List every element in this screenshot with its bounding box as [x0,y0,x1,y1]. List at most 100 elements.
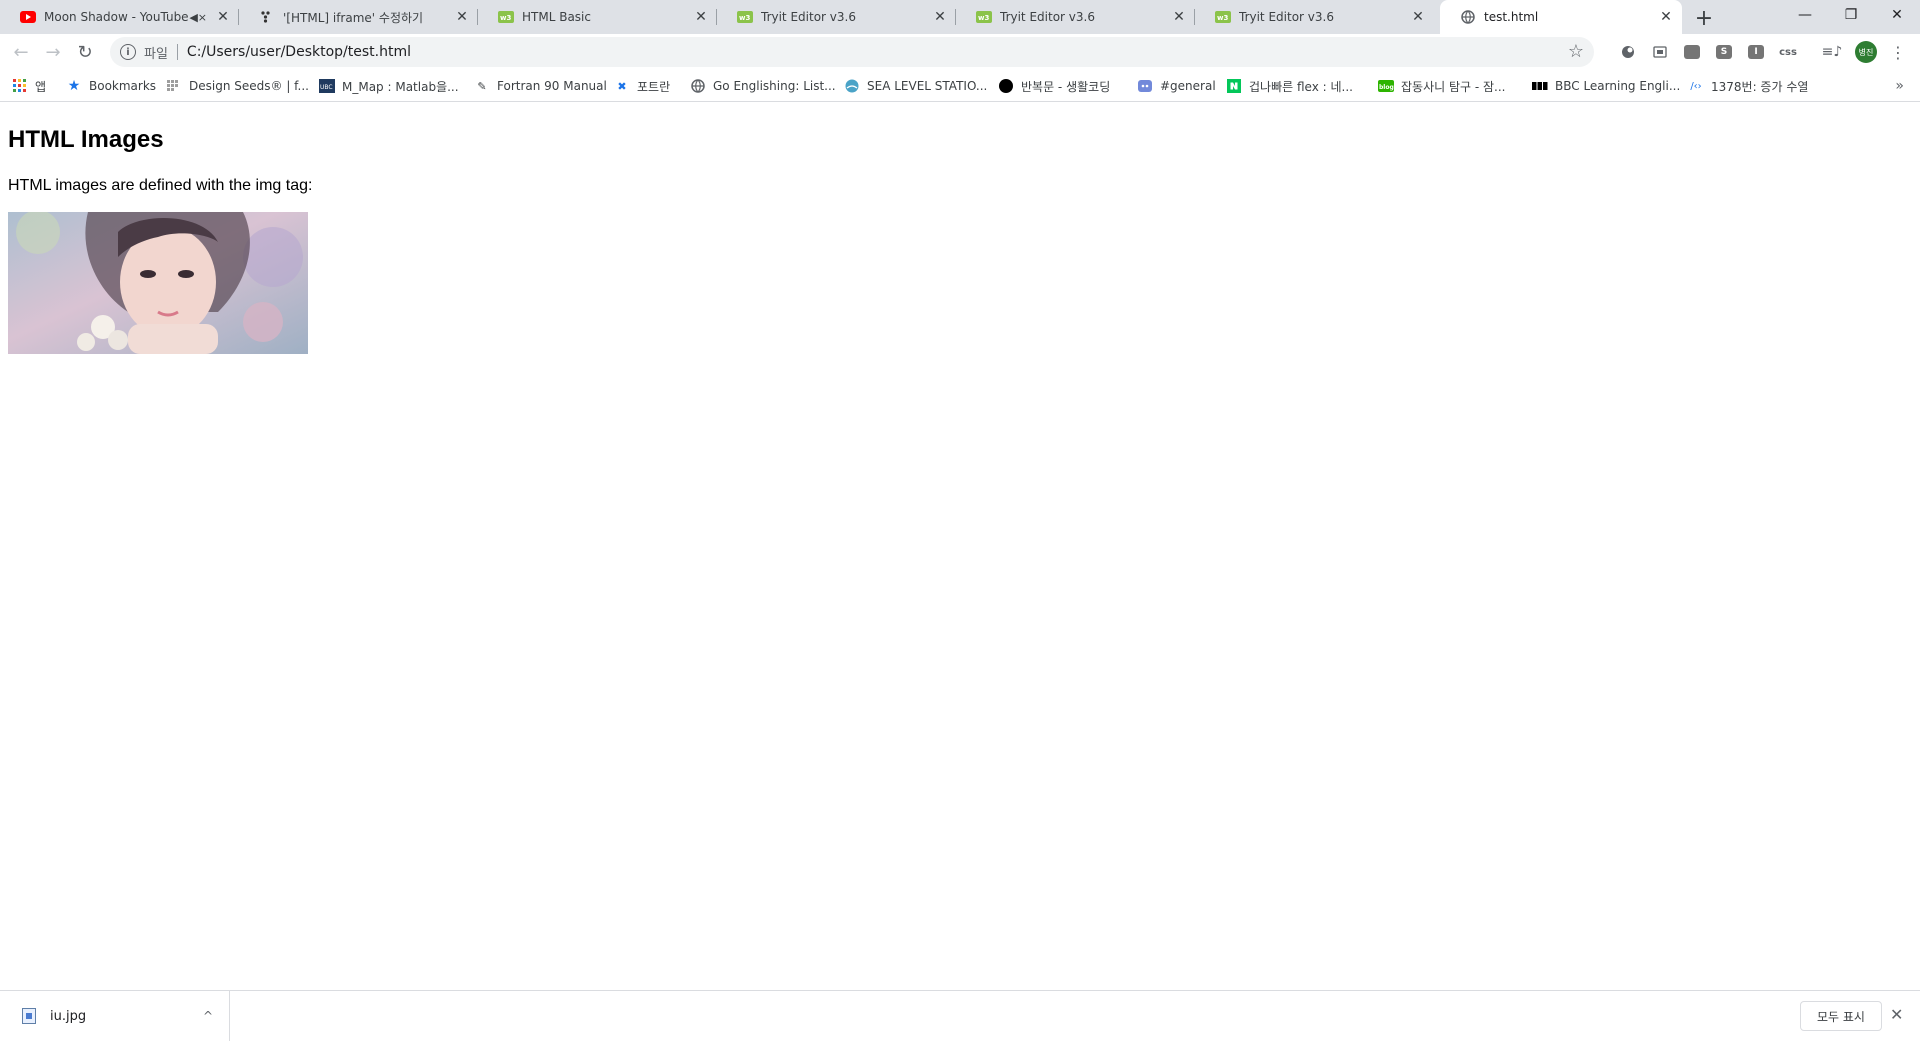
more-menu-icon[interactable]: ⋮ [1888,42,1908,62]
tab-title: HTML Basic [522,10,591,24]
svg-text:w3: w3 [500,14,511,22]
tab-title: test.html [1484,10,1539,24]
extension-circle-icon[interactable] [1618,42,1638,62]
tab-strip: Moon Shadow - YouTube ◀× ✕ '[HTML] ifram… [0,0,1920,34]
bookmark-sea-level[interactable]: SEA LEVEL STATIO... [844,76,987,96]
media-control-icon[interactable]: ≡♪ [1822,42,1843,62]
close-icon[interactable]: ✕ [454,9,470,25]
tab-html-basic[interactable]: w3 HTML Basic ✕ [478,0,717,34]
restore-button[interactable]: ❐ [1828,0,1874,30]
svg-text:blog: blog [1379,84,1394,91]
w3schools-icon: w3 [976,9,992,25]
url-text[interactable]: C:/Users/user/Desktop/test.html [187,44,411,60]
bookmark-label: 반복문 - 생활코딩 [1021,79,1111,94]
tab-tryit-3[interactable]: w3 Tryit Editor v3.6 ✕ [1195,0,1434,34]
bookmark-fortran-kr[interactable]: ✖ 포트란 [614,76,670,96]
tab-title: Tryit Editor v3.6 [1000,10,1095,24]
bookmark-go-englishing[interactable]: Go Englishing: List... [690,76,836,96]
sea-level-icon [844,78,860,94]
extension-i-icon[interactable]: I [1746,42,1766,62]
close-icon[interactable]: ✕ [1658,9,1674,25]
tab-youtube[interactable]: Moon Shadow - YouTube ◀× ✕ [0,0,239,34]
close-icon[interactable]: ✕ [215,9,231,25]
image-file-icon [22,1008,36,1024]
tab-tryit-2[interactable]: w3 Tryit Editor v3.6 ✕ [956,0,1195,34]
download-item[interactable]: iu.jpg ^ [10,991,230,1041]
bookmark-label: 겁나빠른 flex : 네... [1249,79,1353,94]
tab-title: Tryit Editor v3.6 [761,10,856,24]
page-content: HTML Images HTML images are defined with… [0,102,1920,990]
close-icon[interactable]: ✕ [1171,9,1187,25]
bookmark-apps[interactable]: 앱 [12,76,46,96]
fortran-icon: ✎ [477,79,487,93]
toolbar: ← → ↻ i 파일 C:/Users/user/Desktop/test.ht… [0,34,1920,70]
scheme-label: 파일 [144,46,168,62]
bookmark-label: Fortran 90 Manual [497,79,607,93]
bookmark-blog[interactable]: blog 잡동사니 탐구 - 잠... [1378,76,1506,96]
bookmark-m-map[interactable]: UBC M_Map : Matlab을... [319,76,459,96]
extension-css-icon[interactable]: css [1778,42,1798,62]
back-button[interactable]: ← [6,37,36,67]
bookmark-label: 앱 [35,79,47,94]
w3schools-icon: w3 [498,9,514,25]
window-close-button[interactable]: ✕ [1874,0,1920,30]
new-tab-button[interactable]: + [1690,4,1718,32]
profile-avatar[interactable]: 병진 [1855,41,1877,63]
w3schools-icon: w3 [737,9,753,25]
close-icon[interactable]: ✕ [1890,1005,1903,1024]
close-icon[interactable]: ✕ [1410,9,1426,25]
svg-text:w3: w3 [1217,14,1228,22]
omnibox-divider [176,44,178,60]
bookmark-label: #general [1160,79,1216,93]
svg-text:w3: w3 [739,14,750,22]
bookmark-opentutorials[interactable]: 반복문 - 생활코딩 [998,76,1110,96]
globe-icon [690,78,706,94]
globe-icon [1460,9,1476,25]
bookmark-naver-flex[interactable]: 겁나빠른 flex : 네... [1226,76,1353,96]
page-paragraph: HTML images are defined with the img tag… [8,177,313,194]
arrow-left-icon: ← [13,41,29,63]
bookmark-label: Design Seeds® | f... [189,79,309,93]
apps-grid-icon [12,78,28,94]
code-icon: /‹› [1690,80,1702,92]
youtube-icon [20,9,36,25]
bookmark-folder-bookmarks[interactable]: ★ Bookmarks [66,76,156,96]
bookmarks-overflow-button[interactable]: » [1895,78,1904,94]
bookmark-label: M_Map : Matlab을... [342,79,459,94]
address-bar[interactable]: i 파일 C:/Users/user/Desktop/test.html ☆ [110,37,1594,67]
tab-tryit-1[interactable]: w3 Tryit Editor v3.6 ✕ [717,0,956,34]
info-icon[interactable]: i [120,44,136,60]
close-icon[interactable]: ✕ [932,9,948,25]
bookmark-bbc-learning[interactable]: BBC Learning Engli... [1532,76,1680,96]
discord-icon [1137,78,1153,94]
bbc-icon [1532,78,1548,94]
extension-s-icon[interactable]: S [1714,42,1734,62]
bookmark-label: 잡동사니 탐구 - 잠... [1401,79,1506,94]
bookmark-label: BBC Learning Engli... [1555,79,1681,93]
download-file-name: iu.jpg [50,1008,87,1024]
bookmarks-bar: 앱 ★ Bookmarks Design Seeds® | f... UBC M… [0,70,1920,102]
minimize-button[interactable]: — [1782,0,1828,30]
bookmark-design-seeds[interactable]: Design Seeds® | f... [166,76,309,96]
chevron-up-icon[interactable]: ^ [203,1009,213,1023]
extension-box-icon[interactable] [1682,42,1702,62]
bookmark-baekjoon-1378[interactable]: /‹› 1378번: 증가 수열 [1688,76,1808,96]
tab-title: '[HTML] iframe' 수정하기 [283,10,424,25]
svg-text:UBC: UBC [320,84,333,91]
bookmark-fortran-manual[interactable]: ✎ Fortran 90 Manual [474,76,607,96]
tab-velog[interactable]: '[HTML] iframe' 수정하기 ✕ [239,0,478,34]
naver-icon [1226,78,1242,94]
close-icon[interactable]: ✕ [693,9,709,25]
bookmark-label: SEA LEVEL STATIO... [867,79,988,93]
reload-button[interactable]: ↻ [70,37,100,67]
show-all-button[interactable]: 모두 표시 [1800,1001,1882,1031]
star-icon: ★ [67,78,81,94]
w3schools-icon: w3 [1215,9,1231,25]
bookmark-discord-general[interactable]: #general [1137,76,1216,96]
tab-test-html[interactable]: test.html ✕ [1440,0,1682,34]
portrait-image [8,212,308,354]
forward-button[interactable]: → [38,37,68,67]
bookmark-star-icon[interactable]: ☆ [1568,41,1584,62]
extension-screen-icon[interactable] [1650,42,1670,62]
speaker-muted-icon[interactable]: ◀× [189,11,207,24]
